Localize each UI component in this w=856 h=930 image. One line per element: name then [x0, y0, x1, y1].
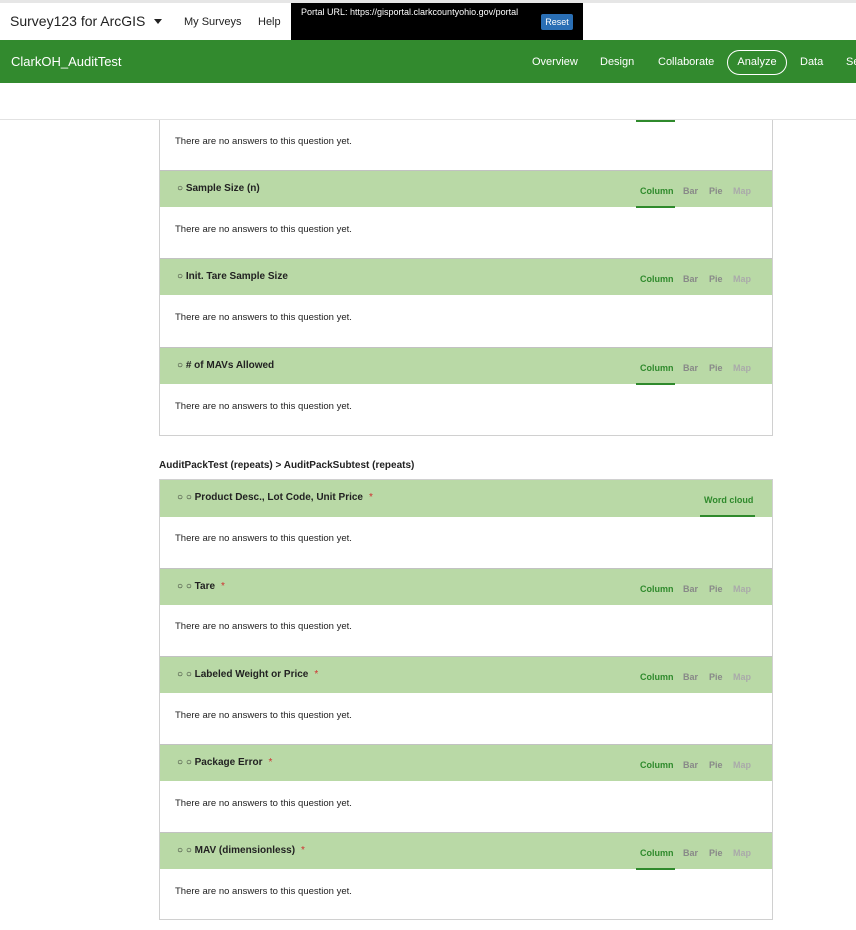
question-title: ○ ○ MAV (dimensionless) * — [177, 845, 305, 856]
question-group-2: ○ ○ Product Desc., Lot Code, Unit Price *… — [159, 479, 773, 920]
portal-banner: Portal URL: https://gisportal.clarkcount… — [291, 3, 583, 43]
pie-tab[interactable]: Pie — [709, 584, 723, 594]
question-title: ○ ○ Package Error * — [177, 757, 273, 768]
no-answers-text: There are no answers to this question ye… — [175, 401, 352, 412]
question-header: ○ # of MAVs Allowed Column Bar Pie Map — [160, 347, 772, 385]
no-answers-text: There are no answers to this question ye… — [175, 533, 352, 544]
question-header: ○ ○ Product Desc., Lot Code, Unit Price *… — [160, 480, 772, 517]
tab-collaborate[interactable]: Collaborate — [658, 56, 714, 68]
pie-tab[interactable]: Pie — [709, 274, 723, 284]
pie-tab[interactable]: Pie — [709, 363, 723, 373]
tab-analyze[interactable]: Analyze — [727, 50, 787, 75]
question-title: ○ ○ Tare * — [177, 581, 225, 592]
column-tab[interactable]: Column — [640, 186, 674, 196]
pie-tab[interactable]: Pie — [709, 672, 723, 682]
question-header: ○ ○ Package Error * Column Bar Pie Map — [160, 744, 772, 781]
question-title: ○ # of MAVs Allowed — [177, 360, 275, 371]
active-tab-underline — [636, 383, 675, 385]
bar-tab[interactable]: Bar — [683, 584, 698, 594]
pie-tab[interactable]: Pie — [709, 848, 723, 858]
chevron-down-icon[interactable] — [154, 19, 162, 24]
question-header: ○ Init. Tare Sample Size Column Bar Pie … — [160, 258, 772, 295]
map-tab: Map — [733, 186, 751, 196]
required-marker: * — [221, 581, 225, 592]
column-tab[interactable]: Column — [640, 848, 674, 858]
bar-tab[interactable]: Bar — [683, 274, 698, 284]
bar-tab[interactable]: Bar — [683, 672, 698, 682]
help-link[interactable]: Help — [258, 16, 281, 28]
tab-data[interactable]: Data — [800, 56, 823, 68]
question-title: ○ Init. Tare Sample Size — [177, 271, 288, 282]
tab-settings[interactable]: Se — [846, 56, 856, 68]
map-tab: Map — [733, 672, 751, 682]
question-title: ○ Sample Size (n) — [177, 183, 260, 194]
question-header: ○ ○ Labeled Weight or Price * Column Bar … — [160, 656, 772, 693]
active-tab-underline — [636, 868, 675, 870]
repeat-section-label: AuditPackTest (repeats) > AuditPackSubte… — [159, 460, 415, 471]
survey-name: ClarkOH_AuditTest — [11, 54, 122, 69]
column-tab[interactable]: Column — [640, 672, 674, 682]
word-cloud-tab[interactable]: Word cloud — [704, 495, 753, 505]
required-marker: * — [369, 492, 373, 503]
map-tab: Map — [733, 274, 751, 284]
column-tab[interactable]: Column — [640, 274, 674, 284]
no-answers-text: There are no answers to this question ye… — [175, 312, 352, 323]
column-tab[interactable]: Column — [640, 363, 674, 373]
question-header: ○ ○ MAV (dimensionless) * Column Bar Pie … — [160, 832, 772, 870]
bar-tab[interactable]: Bar — [683, 760, 698, 770]
map-tab: Map — [733, 760, 751, 770]
column-tab[interactable]: Column — [640, 584, 674, 594]
no-answers-text: There are no answers to this question ye… — [175, 798, 352, 809]
map-tab: Map — [733, 363, 751, 373]
map-tab: Map — [733, 848, 751, 858]
no-answers-text: There are no answers to this question ye… — [175, 886, 352, 897]
app-title[interactable]: Survey123 for ArcGIS — [10, 13, 145, 29]
active-tab-underline — [636, 206, 675, 208]
tab-overview[interactable]: Overview — [532, 56, 578, 68]
no-answers-text: There are no answers to this question ye… — [175, 710, 352, 721]
no-answers-text: There are no answers to this question ye… — [175, 621, 352, 632]
no-answers-text: There are no answers to this question ye… — [175, 224, 352, 235]
question-group-1: There are no answers to this question ye… — [159, 120, 773, 436]
sub-toolbar — [0, 83, 856, 120]
map-tab: Map — [733, 584, 751, 594]
column-tab-underline — [636, 120, 675, 122]
bar-tab[interactable]: Bar — [683, 186, 698, 196]
question-title: ○ ○ Product Desc., Lot Code, Unit Price * — [177, 492, 373, 503]
required-marker: * — [301, 845, 305, 856]
pie-tab[interactable]: Pie — [709, 760, 723, 770]
reset-button[interactable]: Reset — [541, 14, 573, 30]
survey-header: ClarkOH_AuditTest Overview Design Collab… — [0, 40, 856, 83]
required-marker: * — [268, 757, 273, 768]
required-marker: * — [314, 669, 319, 680]
bar-tab[interactable]: Bar — [683, 363, 698, 373]
my-surveys-link[interactable]: My Surveys — [184, 16, 241, 28]
active-tab-underline — [700, 515, 755, 517]
pie-tab[interactable]: Pie — [709, 186, 723, 196]
no-answers-text: There are no answers to this question ye… — [175, 136, 352, 147]
bar-tab[interactable]: Bar — [683, 848, 698, 858]
question-title: ○ ○ Labeled Weight or Price * — [177, 669, 319, 680]
question-header: ○ Sample Size (n) Column Bar Pie Map — [160, 170, 772, 208]
top-bar: Survey123 for ArcGIS My Surveys Help Por… — [0, 0, 856, 43]
portal-url: Portal URL: https://gisportal.clarkcount… — [301, 7, 519, 17]
tab-design[interactable]: Design — [600, 56, 634, 68]
question-header: ○ ○ Tare * Column Bar Pie Map — [160, 568, 772, 605]
column-tab[interactable]: Column — [640, 760, 674, 770]
